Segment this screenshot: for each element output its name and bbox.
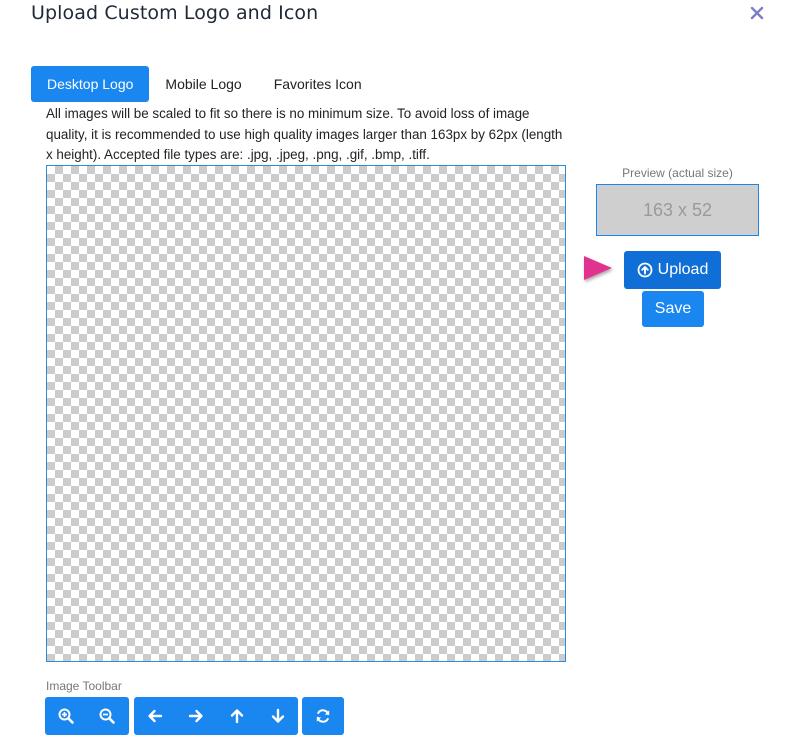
upload-button-label: Upload: [657, 261, 709, 278]
preview-placeholder: 163 x 52: [642, 199, 713, 220]
refresh-icon: [316, 709, 329, 723]
close-icon[interactable]: [748, 4, 766, 22]
preview-box: 163 x 52: [596, 184, 759, 236]
zoom-out-icon: [99, 708, 115, 724]
logo-tabs: Desktop Logo Mobile Logo Favorites Icon: [31, 66, 378, 102]
upload-button[interactable]: Upload: [624, 251, 721, 289]
save-button-label: Save: [654, 300, 692, 317]
move-left-button[interactable]: [134, 697, 175, 735]
move-right-button[interactable]: [175, 697, 216, 735]
zoom-in-button[interactable]: [45, 697, 86, 735]
move-button-group: [134, 697, 298, 735]
tab-favorites-icon[interactable]: Favorites Icon: [258, 66, 378, 102]
zoom-in-icon: [58, 708, 74, 724]
tab-desktop-logo[interactable]: Desktop Logo: [31, 66, 150, 102]
move-up-button[interactable]: [216, 697, 257, 735]
image-crop-canvas[interactable]: [46, 165, 566, 662]
annotation-arrow-icon: [541, 256, 612, 280]
arrow-left-icon: [147, 709, 162, 723]
help-text: All images will be scaled to fit so ther…: [46, 106, 563, 162]
arrow-up-icon: [230, 709, 243, 724]
tab-mobile-logo[interactable]: Mobile Logo: [149, 66, 257, 102]
zoom-button-group: [45, 697, 129, 735]
dialog-title: Upload Custom Logo and Icon: [31, 2, 319, 24]
reset-button[interactable]: [302, 697, 343, 735]
reset-button-group: [302, 697, 344, 735]
move-down-button[interactable]: [257, 697, 298, 735]
zoom-out-button[interactable]: [86, 697, 127, 735]
upload-circle-icon: [637, 262, 653, 278]
arrow-down-icon: [271, 708, 284, 723]
image-toolbar-label: Image Toolbar: [46, 679, 122, 693]
arrow-right-icon: [188, 709, 203, 723]
save-button[interactable]: Save: [642, 291, 704, 327]
preview-label: Preview (actual size): [622, 166, 733, 180]
